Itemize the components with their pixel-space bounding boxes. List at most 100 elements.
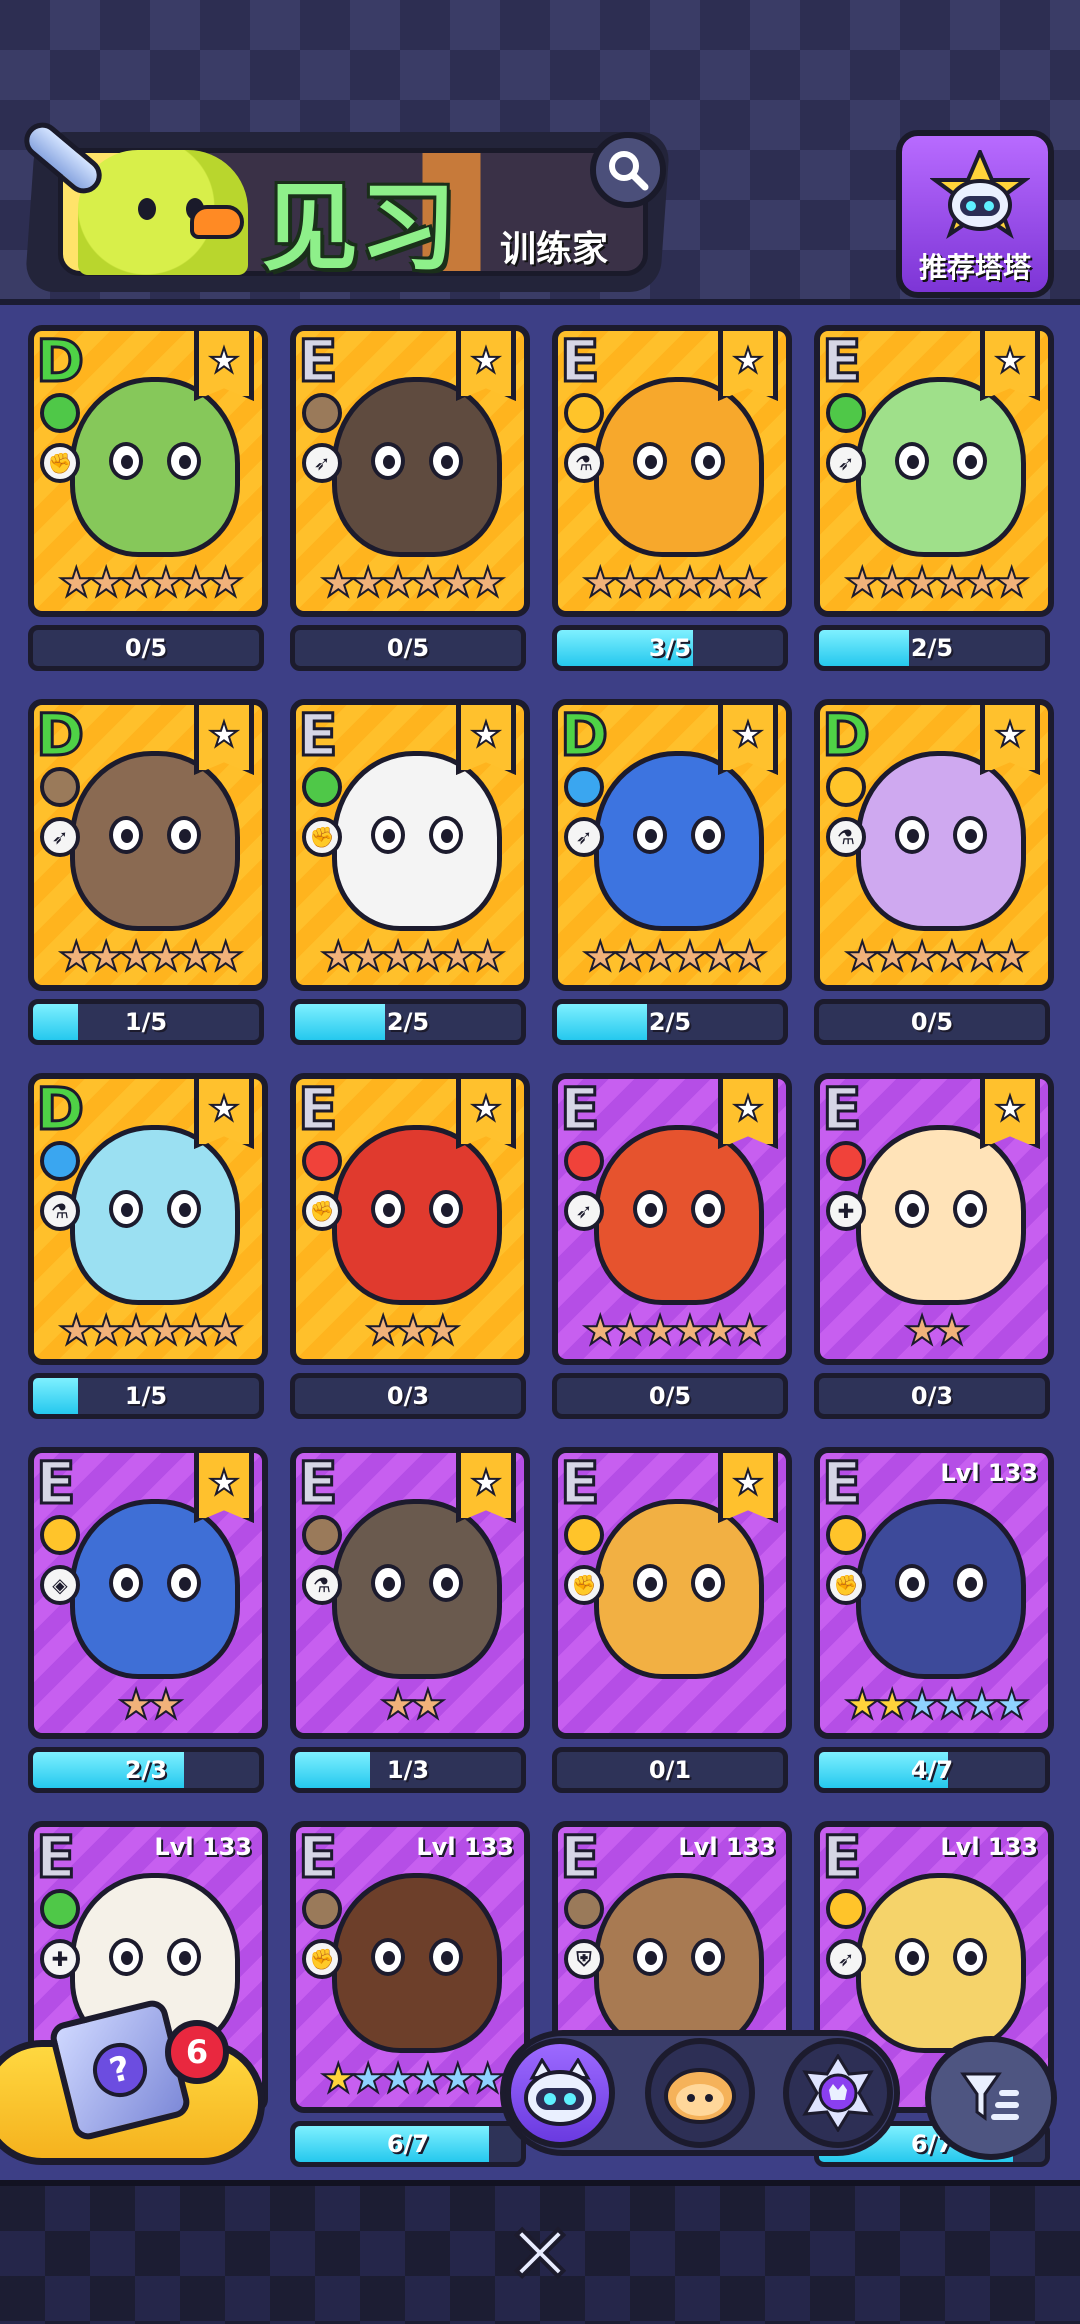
earth-type-icon bbox=[302, 393, 342, 433]
creature-eye bbox=[371, 442, 405, 480]
creature-eye bbox=[691, 1938, 725, 1976]
creature-card-cell[interactable]: E ✊ ★ 0/1 bbox=[552, 1447, 792, 1817]
creature-card-cell[interactable]: E ➶ ★ ★★★★★★ 2/5 bbox=[814, 325, 1054, 695]
progress-text: 4/7 bbox=[910, 1756, 954, 1784]
creature-card[interactable]: E ➶ ★ ★★★★★★ bbox=[290, 325, 530, 617]
star-icon: ★ bbox=[933, 1682, 971, 1728]
creature-portrait bbox=[856, 751, 1026, 931]
progress-text: 1/5 bbox=[124, 1008, 168, 1036]
creature-portrait bbox=[70, 377, 240, 557]
creature-card-cell[interactable]: E ➶ ★ ★★★★★★ 0/5 bbox=[552, 1073, 792, 1443]
star-icon: ★ bbox=[147, 560, 185, 606]
star-icon: ★ bbox=[611, 560, 649, 606]
creature-card-cell[interactable]: E ◈ ★ ★★ 2/3 bbox=[28, 1447, 268, 1817]
creature-card[interactable]: E ✊ Lvl 133 ★★★★★★ bbox=[814, 1447, 1054, 1739]
creature-card-cell[interactable]: D ⚗ ★ ★★★★★★ 1/5 bbox=[28, 1073, 268, 1443]
creature-card[interactable]: D ➶ ★ ★★★★★★ bbox=[552, 699, 792, 991]
creature-card-cell[interactable]: E ⚗ ★ ★★ 1/3 bbox=[290, 1447, 530, 1817]
rank-letter: E bbox=[297, 1075, 340, 1145]
switch-robot-cat-button[interactable] bbox=[505, 2038, 615, 2148]
creature-card-cell[interactable]: E ✊ ★ ★★★ 0/3 bbox=[290, 1073, 530, 1443]
creature-eye bbox=[953, 1190, 987, 1228]
creature-card[interactable]: E ⚗ ★ ★★★★★★ bbox=[552, 325, 792, 617]
creature-eye bbox=[429, 1938, 463, 1976]
star-icon: ★ bbox=[843, 934, 881, 980]
star-icon: ★ bbox=[409, 934, 447, 980]
star-icon: ★ bbox=[87, 560, 125, 606]
creature-card[interactable]: D ✊ ★ ★★★★★★ bbox=[28, 325, 268, 617]
star-flag-icon: ★ bbox=[980, 1079, 1040, 1149]
shard-progress-bar: 1/3 bbox=[290, 1747, 526, 1793]
progress-text: 2/5 bbox=[386, 1008, 430, 1036]
mage-role-icon: ⚗ bbox=[564, 443, 604, 483]
search-button[interactable] bbox=[590, 132, 666, 208]
creature-eye bbox=[953, 1938, 987, 1976]
star-icon: ★ bbox=[319, 560, 357, 606]
creature-card[interactable]: E ✊ ★ bbox=[552, 1447, 792, 1739]
creature-eye bbox=[691, 1190, 725, 1228]
duck-eye bbox=[138, 198, 156, 220]
star-rating: ★★★★★★ bbox=[34, 560, 262, 606]
shield-role-icon: ⛨ bbox=[564, 1939, 604, 1979]
creature-card-cell[interactable]: E ✚ ★ ★★ 0/3 bbox=[814, 1073, 1054, 1443]
creature-card[interactable]: E ✊ ★ ★★★★★★ bbox=[290, 699, 530, 991]
rank-letter: E bbox=[297, 1449, 340, 1519]
creature-eye bbox=[895, 1938, 929, 1976]
earth-type-icon bbox=[302, 1889, 342, 1929]
switch-bread-button[interactable] bbox=[645, 2038, 755, 2148]
rank-letter: D bbox=[34, 327, 85, 397]
creature-card[interactable]: D ➶ ★ ★★★★★★ bbox=[28, 699, 268, 991]
creature-eye bbox=[167, 442, 201, 480]
creature-eye bbox=[895, 816, 929, 854]
star-icon: ★ bbox=[117, 560, 155, 606]
creature-portrait bbox=[70, 751, 240, 931]
creature-card-cell[interactable]: E ➶ ★ ★★★★★★ 0/5 bbox=[290, 325, 530, 695]
creature-card-cell[interactable]: D ➶ ★ ★★★★★★ 1/5 bbox=[28, 699, 268, 1069]
switch-crystal-button[interactable] bbox=[783, 2038, 893, 2148]
star-rating: ★★★ bbox=[296, 1310, 524, 1352]
creature-card[interactable]: E ✊ ★ ★★★ bbox=[290, 1073, 530, 1365]
creature-portrait bbox=[856, 1125, 1026, 1305]
star-icon: ★ bbox=[207, 934, 245, 980]
grass-type-icon bbox=[826, 393, 866, 433]
robot-cat-icon bbox=[930, 150, 1030, 239]
star-rating: ★★★★★★ bbox=[820, 1682, 1048, 1728]
creature-card[interactable]: E ✊ Lvl 133 ★★★★★★ bbox=[290, 1821, 530, 2113]
star-rating: ★★★★★★ bbox=[34, 934, 262, 980]
creature-card-cell[interactable]: D ✊ ★ ★★★★★★ 0/5 bbox=[28, 325, 268, 695]
creature-eye bbox=[691, 1564, 725, 1602]
creature-card-cell[interactable]: D ⚗ ★ ★★★★★★ 0/5 bbox=[814, 699, 1054, 1069]
creature-card-cell[interactable]: E ✊ ★ ★★★★★★ 2/5 bbox=[290, 699, 530, 1069]
search-icon bbox=[609, 151, 649, 191]
creature-card-cell[interactable]: D ➶ ★ ★★★★★★ 2/5 bbox=[552, 699, 792, 1069]
creature-portrait bbox=[70, 1125, 240, 1305]
creature-card-cell[interactable]: E ✊ Lvl 133 ★★★★★★ 6/7 bbox=[290, 1821, 530, 2191]
star-flag-icon: ★ bbox=[718, 1079, 778, 1149]
melee-role-icon: ✊ bbox=[826, 1565, 866, 1605]
creature-card[interactable]: E ◈ ★ ★★ bbox=[28, 1447, 268, 1739]
rank-letter: E bbox=[297, 701, 340, 771]
grass-type-icon bbox=[40, 1889, 80, 1929]
creature-card-cell[interactable]: E ✊ Lvl 133 ★★★★★★ 4/7 bbox=[814, 1447, 1054, 1817]
creature-card[interactable]: E ➶ ★ ★★★★★★ bbox=[552, 1073, 792, 1365]
creature-card[interactable]: D ⚗ ★ ★★★★★★ bbox=[814, 699, 1054, 991]
creature-card[interactable]: D ⚗ ★ ★★★★★★ bbox=[28, 1073, 268, 1365]
star-icon: ★ bbox=[843, 1682, 881, 1728]
creature-card[interactable]: E ⚗ ★ ★★ bbox=[290, 1447, 530, 1739]
creature-eye bbox=[895, 442, 929, 480]
water-type-icon bbox=[40, 1141, 80, 1181]
rank-letter: E bbox=[559, 1823, 602, 1893]
star-icon: ★ bbox=[731, 934, 769, 980]
creature-card[interactable]: E ✚ ★ ★★ bbox=[814, 1073, 1054, 1365]
star-icon: ★ bbox=[963, 560, 1001, 606]
recommend-button[interactable]: 推荐塔塔 bbox=[896, 130, 1054, 298]
star-icon: ★ bbox=[731, 560, 769, 606]
creature-card[interactable]: E ➶ ★ ★★★★★★ bbox=[814, 325, 1054, 617]
filter-button[interactable] bbox=[925, 2036, 1057, 2160]
shard-progress-bar: 0/1 bbox=[552, 1747, 788, 1793]
creature-card-cell[interactable]: E ⚗ ★ ★★★★★★ 3/5 bbox=[552, 325, 792, 695]
creature-eye bbox=[691, 442, 725, 480]
progress-text: 2/5 bbox=[648, 1008, 692, 1036]
close-button[interactable]: ✕ bbox=[500, 2213, 580, 2297]
star-icon: ★ bbox=[963, 1682, 1001, 1728]
